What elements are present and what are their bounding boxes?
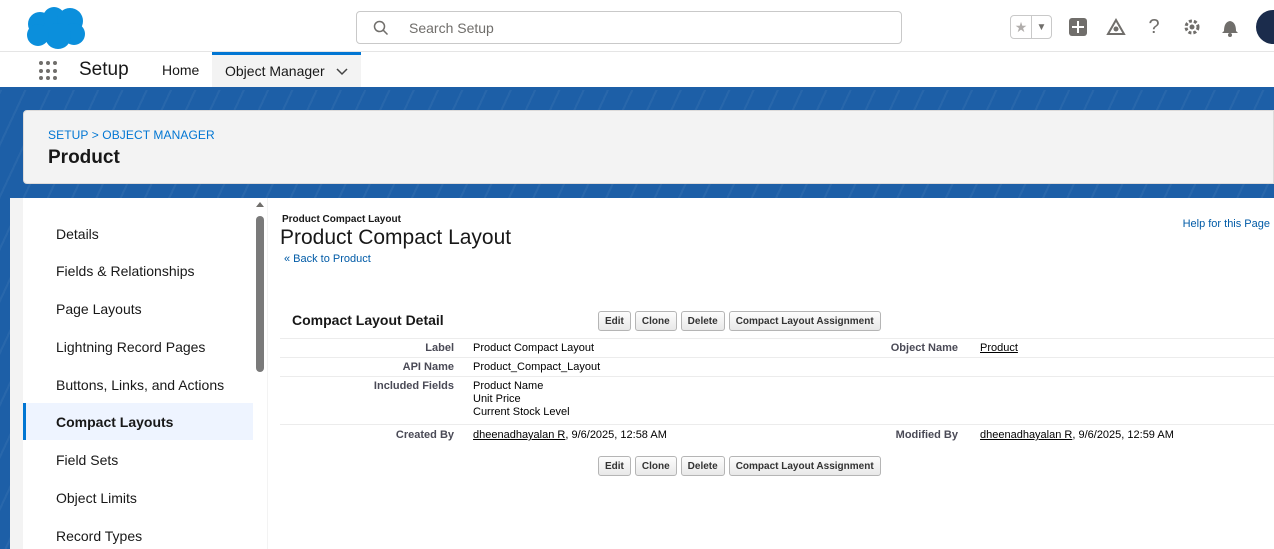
field-label-value: Product Compact Layout: [473, 342, 595, 354]
compact-layout-assignment-button[interactable]: Compact Layout Assignment: [728, 311, 881, 331]
bell-icon[interactable]: [1218, 15, 1242, 39]
page-header: SETUP > OBJECT MANAGER Product: [23, 110, 1274, 184]
field-created-by-value: dheenadhayalan R, 9/6/2025, 12:58 AM: [473, 429, 667, 442]
field-api-name-value: Product_Compact_Layout: [473, 361, 601, 373]
detail-page-title: Product Compact Layout: [280, 226, 512, 249]
chevron-down-icon[interactable]: [335, 64, 349, 78]
favorites-dropdown-icon[interactable]: ▼: [1031, 16, 1051, 38]
sidebar-item-field-sets[interactable]: Field Sets: [23, 441, 253, 478]
included-field-item: Current Stock Level: [473, 406, 570, 418]
back-to-product-link[interactable]: « Back to Product: [284, 253, 371, 265]
compact-layout-assignment-button[interactable]: Compact Layout Assignment: [728, 456, 881, 476]
favorites-group: ★ ▼: [1010, 15, 1052, 39]
app-launcher-icon[interactable]: [39, 61, 59, 81]
detail-row-api-name: API Name Product_Compact_Layout: [280, 357, 1274, 376]
trailhead-icon[interactable]: [1104, 15, 1128, 39]
clone-button[interactable]: Clone: [634, 456, 677, 476]
tab-object-manager[interactable]: Object Manager: [212, 52, 361, 87]
global-header: Search Setup ★ ▼ ?: [0, 0, 1274, 52]
tab-object-manager-label: Object Manager: [225, 63, 325, 79]
delete-button[interactable]: Delete: [680, 456, 725, 476]
sidebar-item-object-limits[interactable]: Object Limits: [23, 479, 253, 516]
object-manager-sidebar: Details Fields & Relationships Page Layo…: [23, 198, 253, 549]
created-by-user-link[interactable]: dheenadhayalan R: [473, 429, 565, 441]
bottom-button-row: Edit Clone Delete Compact Layout Assignm…: [598, 456, 881, 476]
global-actions-icon[interactable]: [1066, 15, 1090, 39]
clone-button[interactable]: Clone: [634, 311, 677, 331]
edit-button[interactable]: Edit: [598, 456, 631, 476]
field-modified-by-value: dheenadhayalan R, 9/6/2025, 12:59 AM: [980, 429, 1174, 442]
object-name-link[interactable]: Product: [980, 342, 1018, 355]
edit-button[interactable]: Edit: [598, 311, 631, 331]
help-icon[interactable]: ?: [1142, 15, 1166, 39]
search-placeholder: Search Setup: [409, 20, 494, 36]
gear-icon[interactable]: [1180, 15, 1204, 39]
field-object-name-label: Object Name: [890, 342, 958, 354]
header-utility-icons: ★ ▼ ?: [1010, 10, 1274, 44]
field-included-fields-label: Included Fields: [373, 380, 454, 392]
delete-button[interactable]: Delete: [680, 311, 725, 331]
page-title: Product: [48, 147, 120, 168]
scrollbar-thumb[interactable]: [256, 216, 264, 372]
section-title: Compact Layout Detail: [292, 312, 444, 328]
star-icon[interactable]: ★: [1011, 16, 1031, 38]
sidebar-item-lightning-record-pages[interactable]: Lightning Record Pages: [23, 328, 253, 365]
app-name: Setup: [79, 59, 129, 80]
sidebar-item-details[interactable]: Details: [23, 215, 253, 252]
field-label-label: Label: [425, 342, 454, 354]
created-by-date: , 9/6/2025, 12:58 AM: [565, 429, 667, 441]
detail-row-label: Label Product Compact Layout Object Name…: [280, 338, 1274, 357]
app-navigation-bar: Setup Home Object Manager: [0, 52, 1274, 90]
sidebar-item-record-types[interactable]: Record Types: [23, 517, 253, 549]
search-icon: [373, 20, 389, 36]
avatar[interactable]: [1256, 10, 1274, 44]
breadcrumb[interactable]: SETUP > OBJECT MANAGER: [48, 128, 215, 142]
sidebar-item-compact-layouts[interactable]: Compact Layouts: [23, 403, 253, 440]
main-content: Product Compact Layout Product Compact L…: [268, 198, 1274, 549]
sidebar-item-page-layouts[interactable]: Page Layouts: [23, 290, 253, 327]
page-subtitle: Product Compact Layout: [282, 214, 401, 225]
included-field-item: Unit Price: [473, 393, 521, 405]
field-api-name-label: API Name: [402, 361, 454, 373]
detail-row-created-modified: Created By dheenadhayalan R, 9/6/2025, 1…: [280, 424, 1274, 446]
modified-by-user-link[interactable]: dheenadhayalan R: [980, 429, 1072, 441]
field-modified-by-label: Modified By: [895, 429, 958, 441]
search-setup-input[interactable]: Search Setup: [356, 11, 902, 44]
help-for-this-page-link[interactable]: Help for this Page: [1183, 218, 1270, 230]
sidebar-scrollbar[interactable]: [253, 198, 267, 549]
sidebar-item-fields-relationships[interactable]: Fields & Relationships: [23, 252, 253, 289]
field-created-by-label: Created By: [395, 429, 454, 441]
detail-row-included-fields: Included Fields Product Name Unit Price …: [280, 376, 1274, 424]
top-button-row: Edit Clone Delete Compact Layout Assignm…: [598, 311, 881, 331]
scroll-up-arrow-icon[interactable]: [256, 202, 264, 207]
sidebar-item-buttons-links-actions[interactable]: Buttons, Links, and Actions: [23, 366, 253, 403]
salesforce-logo[interactable]: [24, 6, 88, 50]
included-field-item: Product Name: [473, 380, 544, 392]
modified-by-date: , 9/6/2025, 12:59 AM: [1072, 429, 1174, 441]
tab-home[interactable]: Home: [150, 52, 211, 87]
